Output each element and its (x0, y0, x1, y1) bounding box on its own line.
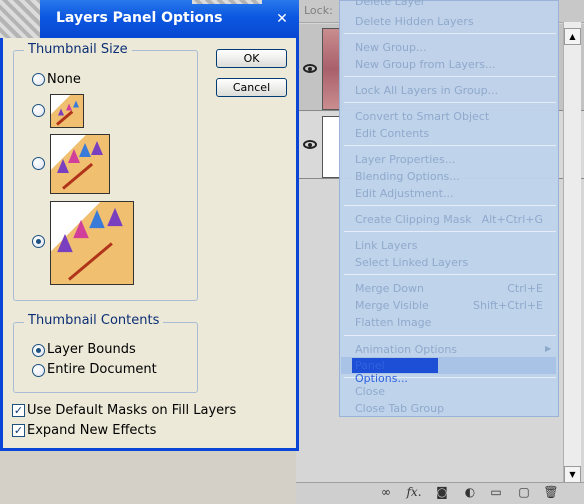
thumbnail-preview-large (50, 201, 134, 285)
menu-item-close[interactable]: Close (355, 383, 551, 400)
close-icon[interactable]: ✕ (272, 9, 292, 29)
menu-separator (344, 274, 556, 275)
layer-bounds-label[interactable]: Layer Bounds (47, 342, 136, 357)
entire-document-label[interactable]: Entire Document (47, 362, 157, 377)
menu-item-delete-layer[interactable]: Delete Layer (355, 0, 551, 10)
use-default-masks-checkbox[interactable]: ✓ (12, 404, 25, 417)
menu-separator (344, 33, 556, 34)
menu-item-layer-properties[interactable]: Layer Properties... (355, 151, 551, 168)
title-bar-pattern (192, 0, 262, 4)
thumbnail-preview-small (50, 94, 84, 128)
thumbnail-contents-group (13, 322, 198, 393)
cancel-button[interactable]: Cancel (216, 78, 287, 97)
menu-separator (344, 145, 556, 146)
use-default-masks-label[interactable]: Use Default Masks on Fill Layers (27, 403, 236, 418)
thumbnail-contents-legend: Thumbnail Contents (24, 313, 164, 328)
shortcut-label: Ctrl+E (507, 282, 543, 295)
menu-item-convert-smart-object[interactable]: Convert to Smart Object (355, 108, 551, 125)
folder-icon[interactable]: ▭ (488, 484, 504, 500)
menu-item-select-linked-layers[interactable]: Select Linked Layers (355, 254, 551, 271)
menu-item-lock-all-layers[interactable]: Lock All Layers in Group... (355, 82, 551, 99)
layers-scrollbar[interactable] (563, 22, 581, 482)
adjustment-icon[interactable]: ◐ (462, 484, 478, 500)
fx-icon[interactable]: fx. (406, 484, 422, 500)
thumbnail-size-small-radio[interactable] (32, 104, 45, 117)
visibility-eye-icon[interactable] (303, 140, 317, 149)
ok-button[interactable]: OK (216, 49, 287, 68)
layers-context-menu: Delete Layer Delete Hidden Layers New Gr… (339, 0, 559, 417)
menu-separator (344, 231, 556, 232)
entire-document-radio[interactable] (32, 364, 45, 377)
menu-item-merge-visible[interactable]: Merge Visible Shift+Ctrl+E (355, 297, 551, 314)
link-icon[interactable]: ∞ (378, 484, 394, 500)
menu-item-animation-options[interactable]: Animation Options (355, 341, 551, 358)
shortcut-label: Alt+Ctrl+G (481, 213, 543, 226)
menu-item-create-clipping-mask[interactable]: Create Clipping Mask Alt+Ctrl+G (355, 211, 551, 228)
thumbnail-size-large-radio[interactable] (32, 235, 45, 248)
menu-item-edit-contents[interactable]: Edit Contents (355, 125, 551, 142)
menu-item-merge-down[interactable]: Merge Down Ctrl+E (355, 280, 551, 297)
thumbnail-size-medium-radio[interactable] (32, 157, 45, 170)
title-bar-pattern (0, 0, 40, 38)
thumbnail-preview-medium (50, 134, 110, 194)
expand-new-effects-label[interactable]: Expand New Effects (27, 423, 156, 438)
dialog-title: Layers Panel Options (56, 10, 223, 26)
shortcut-label: Shift+Ctrl+E (473, 299, 543, 312)
layer-bounds-radio[interactable] (32, 344, 45, 357)
menu-item-flatten-image[interactable]: Flatten Image (355, 314, 551, 331)
menu-item-new-group[interactable]: New Group... (355, 39, 551, 56)
mask-icon[interactable]: ◙ (434, 484, 450, 500)
menu-item-panel-options-label: Panel Options... (355, 359, 408, 385)
menu-item-edit-adjustment[interactable]: Edit Adjustment... (355, 185, 551, 202)
thumbnail-size-none-radio[interactable] (32, 73, 45, 86)
thumbnail-size-legend: Thumbnail Size (24, 42, 132, 57)
menu-separator (344, 76, 556, 77)
scroll-down-arrow-icon[interactable]: ▼ (564, 466, 581, 483)
menu-separator (344, 102, 556, 103)
thumbnail-size-none-label[interactable]: None (47, 72, 81, 87)
trash-icon[interactable]: 🗑 (543, 484, 559, 500)
lock-label: Lock: (304, 4, 333, 17)
visibility-eye-icon[interactable] (303, 64, 317, 73)
menu-item-delete-hidden-layers[interactable]: Delete Hidden Layers (355, 13, 551, 30)
menu-item-close-tab-group[interactable]: Close Tab Group (355, 400, 551, 417)
menu-item-new-group-from-layers[interactable]: New Group from Layers... (355, 56, 551, 73)
expand-new-effects-checkbox[interactable]: ✓ (12, 424, 25, 437)
menu-item-panel-options-highlight: Panel Options... (352, 358, 438, 385)
new-layer-icon[interactable]: ▢ (516, 484, 532, 500)
scroll-up-arrow-icon[interactable]: ▲ (564, 28, 581, 45)
menu-item-blending-options[interactable]: Blending Options... (355, 168, 551, 185)
menu-item-link-layers[interactable]: Link Layers (355, 237, 551, 254)
menu-separator (344, 335, 556, 336)
submenu-arrow-icon: ▶ (545, 344, 552, 353)
menu-separator (344, 205, 556, 206)
